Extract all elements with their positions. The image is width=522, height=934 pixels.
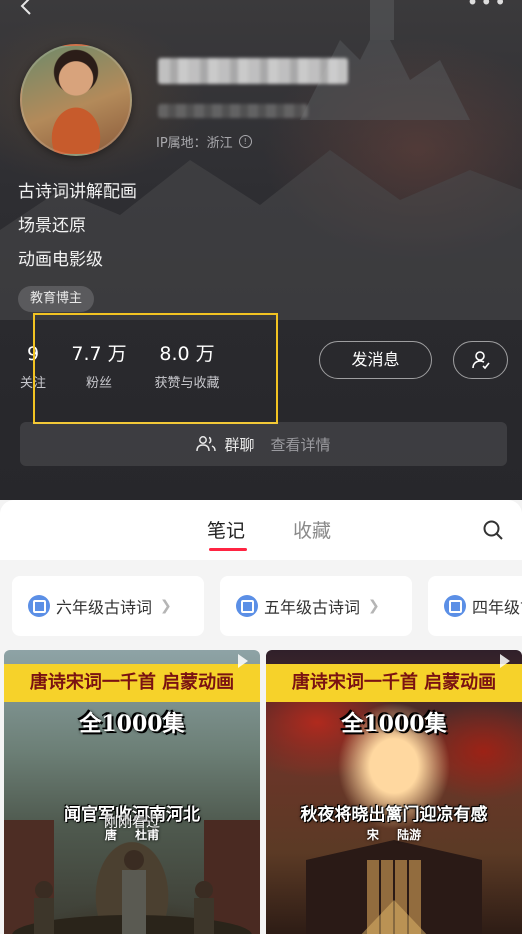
- collection-label: 六年级古诗词: [56, 598, 153, 617]
- content-panel: 笔记 收藏 六年级古诗词 ❯ 五年级古诗词 ❯ 四年级古诗词 唐诗宋词一千首 启…: [0, 500, 522, 934]
- search-icon[interactable]: [481, 518, 505, 542]
- note-card[interactable]: 唐诗宋词一千首 启蒙动画 全1000集 闻官军收河南河北 唐 杜甫 刚刚看过: [4, 650, 260, 934]
- collection-icon: [236, 595, 258, 617]
- group-detail-link[interactable]: 查看详情: [271, 434, 331, 455]
- collection-label: 五年级古诗词: [264, 598, 361, 617]
- group-icon: [196, 436, 217, 452]
- bio-line: 动画电影级: [18, 250, 103, 270]
- collection-icon: [444, 595, 466, 617]
- video-play-icon: [238, 654, 248, 668]
- ip-location-text: IP属地：浙江: [156, 136, 233, 151]
- tabs-bar: 笔记 收藏: [0, 500, 522, 560]
- tab-collections[interactable]: 收藏: [293, 516, 331, 543]
- ip-location: IP属地：浙江 !: [156, 132, 252, 151]
- profile-header: ••• IP属地：浙江 ! 古诗词讲解配画 场景还原 动画电影级 教育博主 9 …: [0, 0, 522, 500]
- collection-label: 四年级古诗词: [472, 598, 522, 617]
- info-icon[interactable]: !: [238, 135, 252, 148]
- more-options-icon[interactable]: •••: [467, 0, 508, 14]
- group-chat-bar[interactable]: 群聊 查看详情: [20, 422, 507, 466]
- username-blurred: [158, 58, 348, 84]
- collection-item[interactable]: 五年级古诗词 ❯: [220, 576, 412, 636]
- follow-button[interactable]: [453, 341, 508, 379]
- recently-viewed-label: 刚刚看过: [104, 815, 160, 831]
- collection-icon: [28, 595, 50, 617]
- collection-item[interactable]: 四年级古诗词: [428, 576, 522, 636]
- chevron-right-icon: ❯: [160, 598, 172, 614]
- card-series: 全1000集: [79, 711, 185, 737]
- tab-notes[interactable]: 笔记: [207, 516, 245, 543]
- bio-line: 场景还原: [18, 216, 86, 236]
- chevron-right-icon: ❯: [368, 598, 380, 614]
- note-card[interactable]: 唐诗宋词一千首 启蒙动画 全1000集 秋夜将晓出篱门迎凉有感 宋 陆游: [266, 650, 522, 934]
- card-series: 全1000集: [341, 711, 447, 737]
- card-author: 宋 陆游: [366, 828, 422, 842]
- avatar[interactable]: [20, 44, 132, 156]
- collection-item[interactable]: 六年级古诗词 ❯: [12, 576, 204, 636]
- video-play-icon: [500, 654, 510, 668]
- creator-tag[interactable]: 教育博主: [18, 286, 95, 312]
- group-chat-label: 群聊: [224, 435, 255, 454]
- user-id-blurred: [158, 104, 308, 118]
- card-poem-title: 秋夜将晓出篱门迎凉有感: [300, 805, 488, 825]
- highlight-annotation-box: [33, 313, 278, 424]
- collections-row: 六年级古诗词 ❯ 五年级古诗词 ❯ 四年级古诗词: [0, 574, 522, 638]
- bio: 古诗词讲解配画 场景还原 动画电影级: [18, 178, 137, 280]
- bio-line: 古诗词讲解配画: [18, 182, 137, 202]
- active-tab-indicator: [209, 548, 247, 551]
- card-banner: 唐诗宋词一千首 启蒙动画: [266, 664, 522, 702]
- user-check-icon: [471, 351, 490, 370]
- card-banner: 唐诗宋词一千首 启蒙动画: [4, 664, 260, 702]
- back-arrow-icon[interactable]: [14, 0, 38, 18]
- send-message-button[interactable]: 发消息: [319, 341, 432, 379]
